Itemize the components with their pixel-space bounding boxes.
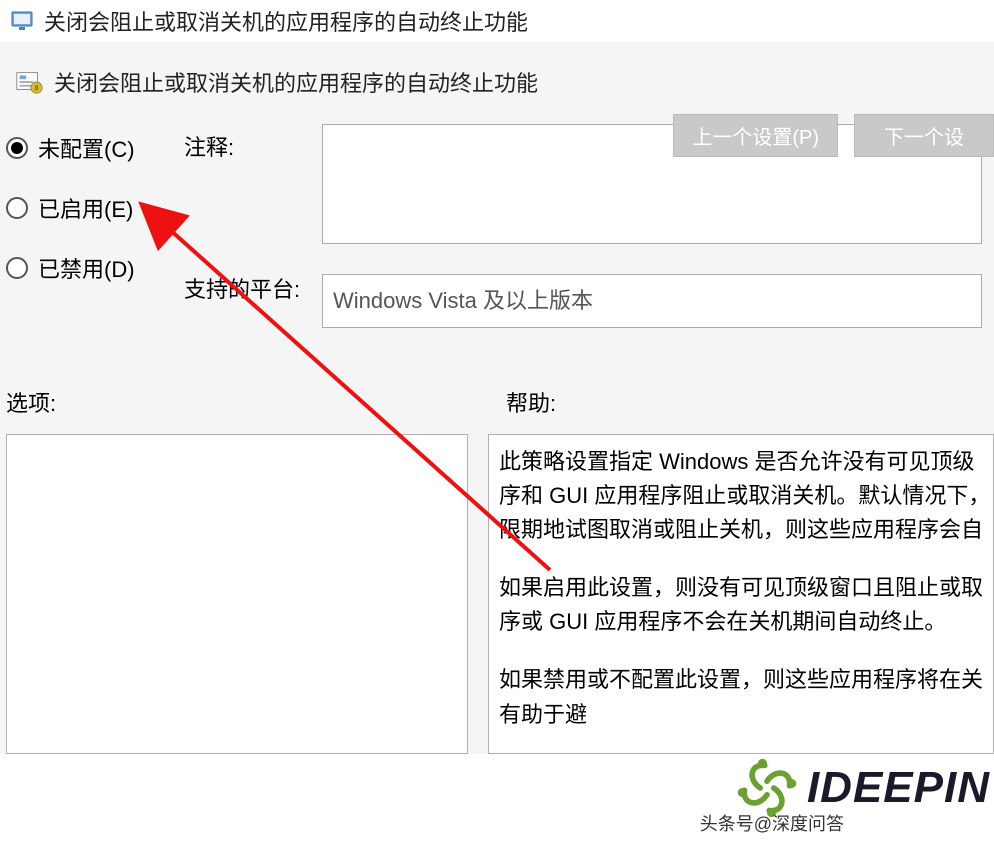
radio-icon [6, 197, 28, 219]
radio-label: 已禁用(D) [38, 252, 135, 284]
watermark-text: IDEEPIN [807, 763, 990, 813]
help-paragraph: 如果启用此设置，则没有可见顶级窗口且阻止或取序或 GUI 应用程序不会在关机期间… [499, 571, 993, 639]
state-radio-group: 未配置(C) 已启用(E) 已禁用(D) [6, 124, 166, 284]
supported-on-label: 支持的平台: [184, 272, 304, 304]
window-title: 关闭会阻止或取消关机的应用程序的自动终止功能 [44, 5, 528, 37]
help-panel: 此策略设置指定 Windows 是否允许没有可见顶级序和 GUI 应用程序阻止或… [488, 434, 994, 754]
radio-label: 已启用(E) [38, 192, 133, 224]
radio-disabled[interactable]: 已禁用(D) [6, 252, 166, 284]
help-label: 帮助: [506, 386, 556, 418]
comment-label: 注释: [184, 130, 304, 162]
help-paragraph: 如果禁用或不配置此设置，则这些应用程序将在关有助于避 [499, 663, 993, 731]
title-bar: 关闭会阻止或取消关机的应用程序的自动终止功能 [0, 0, 994, 42]
nav-buttons: 上一个设置(P) 下一个设 [673, 114, 994, 157]
field-labels: 注释: 支持的平台: [184, 124, 304, 304]
app-icon [10, 9, 34, 33]
policy-header: 关闭会阻止或取消关机的应用程序的自动终止功能 [0, 42, 994, 98]
attribution-text: 头条号@深度问答 [700, 810, 844, 836]
options-label: 选项: [6, 386, 506, 418]
next-setting-button[interactable]: 下一个设 [854, 114, 994, 157]
radio-enabled[interactable]: 已启用(E) [6, 192, 166, 224]
radio-icon [6, 257, 28, 279]
radio-not-configured[interactable]: 未配置(C) [6, 132, 166, 164]
policy-title: 关闭会阻止或取消关机的应用程序的自动终止功能 [54, 66, 538, 98]
radio-label: 未配置(C) [38, 132, 135, 164]
radio-icon [6, 137, 28, 159]
policy-icon [14, 67, 44, 97]
help-paragraph: 此策略设置指定 Windows 是否允许没有可见顶级序和 GUI 应用程序阻止或… [499, 445, 993, 547]
options-panel [6, 434, 468, 754]
supported-on-field: Windows Vista 及以上版本 [322, 274, 982, 328]
previous-setting-button[interactable]: 上一个设置(P) [673, 114, 838, 157]
content-area: 关闭会阻止或取消关机的应用程序的自动终止功能 上一个设置(P) 下一个设 未配置… [0, 42, 994, 754]
